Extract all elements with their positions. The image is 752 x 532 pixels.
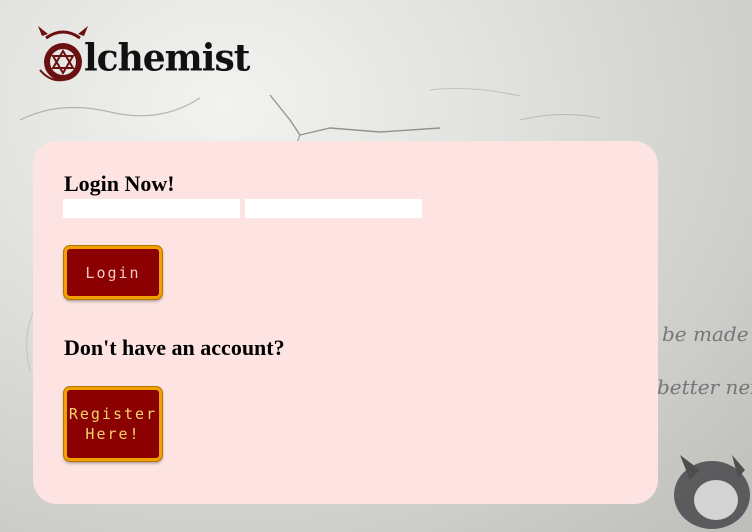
logo-text: lchemist [84, 35, 250, 81]
login-panel: Login Now! Login Don't have an account? … [33, 141, 658, 504]
login-heading: Login Now! [64, 171, 175, 196]
password-field[interactable] [245, 199, 422, 218]
register-button[interactable]: Register Here! [64, 387, 162, 461]
alchemy-emblem-icon [38, 26, 88, 82]
username-field[interactable] [63, 199, 240, 218]
background-writing-1: be made w [662, 322, 752, 346]
register-heading: Don't have an account? [64, 335, 285, 360]
site-logo[interactable]: lchemist [36, 18, 250, 90]
background-writing-2: better next [657, 375, 752, 399]
login-button[interactable]: Login [64, 246, 162, 299]
